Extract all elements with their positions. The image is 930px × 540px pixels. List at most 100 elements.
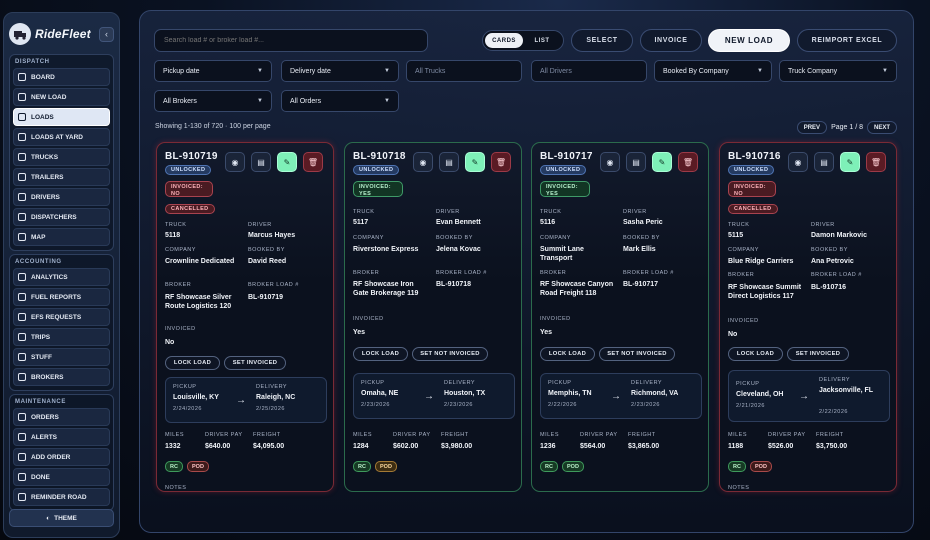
set-invoiced-button[interactable]: SET INVOICED bbox=[224, 356, 286, 370]
driver-pay-value: $526.00 bbox=[768, 443, 794, 450]
collapse-sidebar-button[interactable]: ‹ bbox=[99, 26, 114, 42]
sidebar-item-stuff[interactable]: STUFF bbox=[13, 348, 110, 366]
set-not-invoiced-button[interactable]: SET NOT INVOICED bbox=[412, 347, 488, 361]
driver-label: DRIVER bbox=[811, 222, 835, 228]
sidebar-item-brokers[interactable]: BROKERS bbox=[13, 368, 110, 386]
invoiced-badge: INVOICED: YES bbox=[353, 181, 403, 197]
filter-value: All Orders bbox=[290, 97, 322, 105]
reimport-excel-button[interactable]: REIMPORT EXCEL bbox=[797, 29, 897, 52]
document-button[interactable]: ▤ bbox=[439, 152, 459, 172]
sidebar-item-add-order[interactable]: ADD ORDER bbox=[13, 448, 110, 466]
orders-filter[interactable]: All Orders ▼ bbox=[281, 90, 399, 112]
view-list-button[interactable]: LIST bbox=[523, 33, 561, 48]
load-card[interactable]: BL-910718 UNLOCKED INVOICED: YES ◉ ▤ ✎ 🗑… bbox=[344, 142, 522, 492]
sidebar-item-trucks[interactable]: TRUCKS bbox=[13, 148, 110, 166]
driver-pay-value: $602.00 bbox=[393, 443, 419, 450]
sidebar-item-reminder-road[interactable]: REMINDER ROAD bbox=[13, 488, 110, 506]
driver-value: Damon Markovic bbox=[811, 232, 868, 239]
sidebar-item-loads[interactable]: LOADS bbox=[13, 108, 110, 126]
board-icon bbox=[18, 73, 26, 81]
view-cards-button[interactable]: CARDS bbox=[485, 33, 523, 48]
sidebar-item-map[interactable]: MAP bbox=[13, 228, 110, 246]
sidebar-item-trailers[interactable]: TRAILERS bbox=[13, 168, 110, 186]
sidebar-item-new-load[interactable]: NEW LOAD bbox=[13, 88, 110, 106]
select-button[interactable]: SELECT bbox=[571, 29, 633, 52]
delete-button[interactable]: 🗑 bbox=[866, 152, 886, 172]
pod-tag[interactable]: POD bbox=[187, 461, 209, 472]
sidebar-item-fuel-reports[interactable]: FUEL REPORTS bbox=[13, 288, 110, 306]
route-box: PICKUP Louisville, KY 2/24/2026 → DELIVE… bbox=[165, 377, 327, 423]
delete-button[interactable]: 🗑 bbox=[678, 152, 698, 172]
sidebar-item-dispatchers[interactable]: DISPATCHERS bbox=[13, 208, 110, 226]
sidebar-item-drivers[interactable]: DRIVERS bbox=[13, 188, 110, 206]
load-card[interactable]: BL-910717 UNLOCKED INVOICED: YES ◉ ▤ ✎ 🗑… bbox=[531, 142, 709, 492]
sidebar-item-label: MAP bbox=[31, 233, 46, 241]
rc-tag[interactable]: RC bbox=[353, 461, 371, 472]
sidebar-item-alerts[interactable]: ALERTS bbox=[13, 428, 110, 446]
trucks-filter[interactable]: All Trucks bbox=[406, 60, 522, 82]
brokers-filter[interactable]: All Brokers ▼ bbox=[154, 90, 272, 112]
truck-company-filter[interactable]: Truck Company ▼ bbox=[779, 60, 897, 82]
set-invoiced-button[interactable]: SET INVOICED bbox=[787, 347, 849, 361]
pod-tag[interactable]: POD bbox=[375, 461, 397, 472]
pod-tag[interactable]: POD bbox=[750, 461, 772, 472]
pickup-label: PICKUP bbox=[173, 384, 197, 390]
sidebar-item-done[interactable]: DONE bbox=[13, 468, 110, 486]
delete-button[interactable]: 🗑 bbox=[491, 152, 511, 172]
rc-tag[interactable]: RC bbox=[728, 461, 746, 472]
lock-load-button[interactable]: LOCK LOAD bbox=[540, 347, 595, 361]
edit-button[interactable]: ✎ bbox=[840, 152, 860, 172]
load-card[interactable]: BL-910719 UNLOCKED INVOICED: NO CANCELLE… bbox=[156, 142, 334, 492]
document-button[interactable]: ▤ bbox=[251, 152, 271, 172]
lock-load-button[interactable]: LOCK LOAD bbox=[165, 356, 220, 370]
view-button[interactable]: ◉ bbox=[788, 152, 808, 172]
delete-button[interactable]: 🗑 bbox=[303, 152, 323, 172]
booked-by-value: Mark Ellis bbox=[623, 246, 656, 253]
sidebar-item-label: ANALYTICS bbox=[31, 273, 68, 281]
freight-label: FREIGHT bbox=[628, 432, 656, 438]
theme-button[interactable]: ◐ THEME bbox=[9, 509, 114, 527]
sidebar-item-efs-requests[interactable]: EFS REQUESTS bbox=[13, 308, 110, 326]
sidebar-item-analytics[interactable]: ANALYTICS bbox=[13, 268, 110, 286]
sidebar-item-label: TRAILERS bbox=[31, 173, 64, 181]
truck-value: 5116 bbox=[540, 219, 556, 226]
invoice-button[interactable]: INVOICE bbox=[640, 29, 702, 52]
sidebar-item-label: BROKERS bbox=[31, 373, 64, 381]
new-load-button[interactable]: NEW LOAD bbox=[708, 29, 790, 52]
sidebar-item-board[interactable]: BOARD bbox=[13, 68, 110, 86]
edit-button[interactable]: ✎ bbox=[465, 152, 485, 172]
pickup-date-filter[interactable]: Pickup date ▼ bbox=[154, 60, 272, 82]
driver-label: DRIVER bbox=[436, 209, 460, 215]
edit-button[interactable]: ✎ bbox=[277, 152, 297, 172]
drivers-filter[interactable]: All Drivers bbox=[531, 60, 647, 82]
company-value: Riverstone Express bbox=[353, 246, 419, 253]
miles-label: MILES bbox=[353, 432, 373, 438]
lock-load-button[interactable]: LOCK LOAD bbox=[353, 347, 408, 361]
chevron-down-icon: ▼ bbox=[384, 98, 390, 104]
pod-tag[interactable]: POD bbox=[562, 461, 584, 472]
sidebar-item-loads-at-yard[interactable]: LOADS AT YARD bbox=[13, 128, 110, 146]
cancelled-badge: CANCELLED bbox=[165, 204, 215, 214]
route-icon bbox=[18, 333, 26, 341]
trailer-icon bbox=[18, 173, 26, 181]
next-page-button[interactable]: NEXT bbox=[866, 121, 897, 134]
set-not-invoiced-button[interactable]: SET NOT INVOICED bbox=[599, 347, 675, 361]
document-button[interactable]: ▤ bbox=[626, 152, 646, 172]
edit-button[interactable]: ✎ bbox=[652, 152, 672, 172]
lock-load-button[interactable]: LOCK LOAD bbox=[728, 347, 783, 361]
view-button[interactable]: ◉ bbox=[600, 152, 620, 172]
booked-by-company-filter[interactable]: Booked By Company ▼ bbox=[654, 60, 772, 82]
driver-pay-label: DRIVER PAY bbox=[580, 432, 618, 438]
sidebar-item-orders[interactable]: ORDERS bbox=[13, 408, 110, 426]
search-input[interactable] bbox=[154, 29, 428, 52]
view-button[interactable]: ◉ bbox=[225, 152, 245, 172]
delivery-date-filter[interactable]: Delivery date ▼ bbox=[281, 60, 399, 82]
pickup-label: PICKUP bbox=[548, 380, 572, 386]
document-button[interactable]: ▤ bbox=[814, 152, 834, 172]
rc-tag[interactable]: RC bbox=[165, 461, 183, 472]
sidebar-item-trips[interactable]: TRIPS bbox=[13, 328, 110, 346]
rc-tag[interactable]: RC bbox=[540, 461, 558, 472]
prev-page-button[interactable]: PREV bbox=[796, 121, 828, 134]
view-button[interactable]: ◉ bbox=[413, 152, 433, 172]
load-card[interactable]: BL-910716 UNLOCKED INVOICED: NO CANCELLE… bbox=[719, 142, 897, 492]
